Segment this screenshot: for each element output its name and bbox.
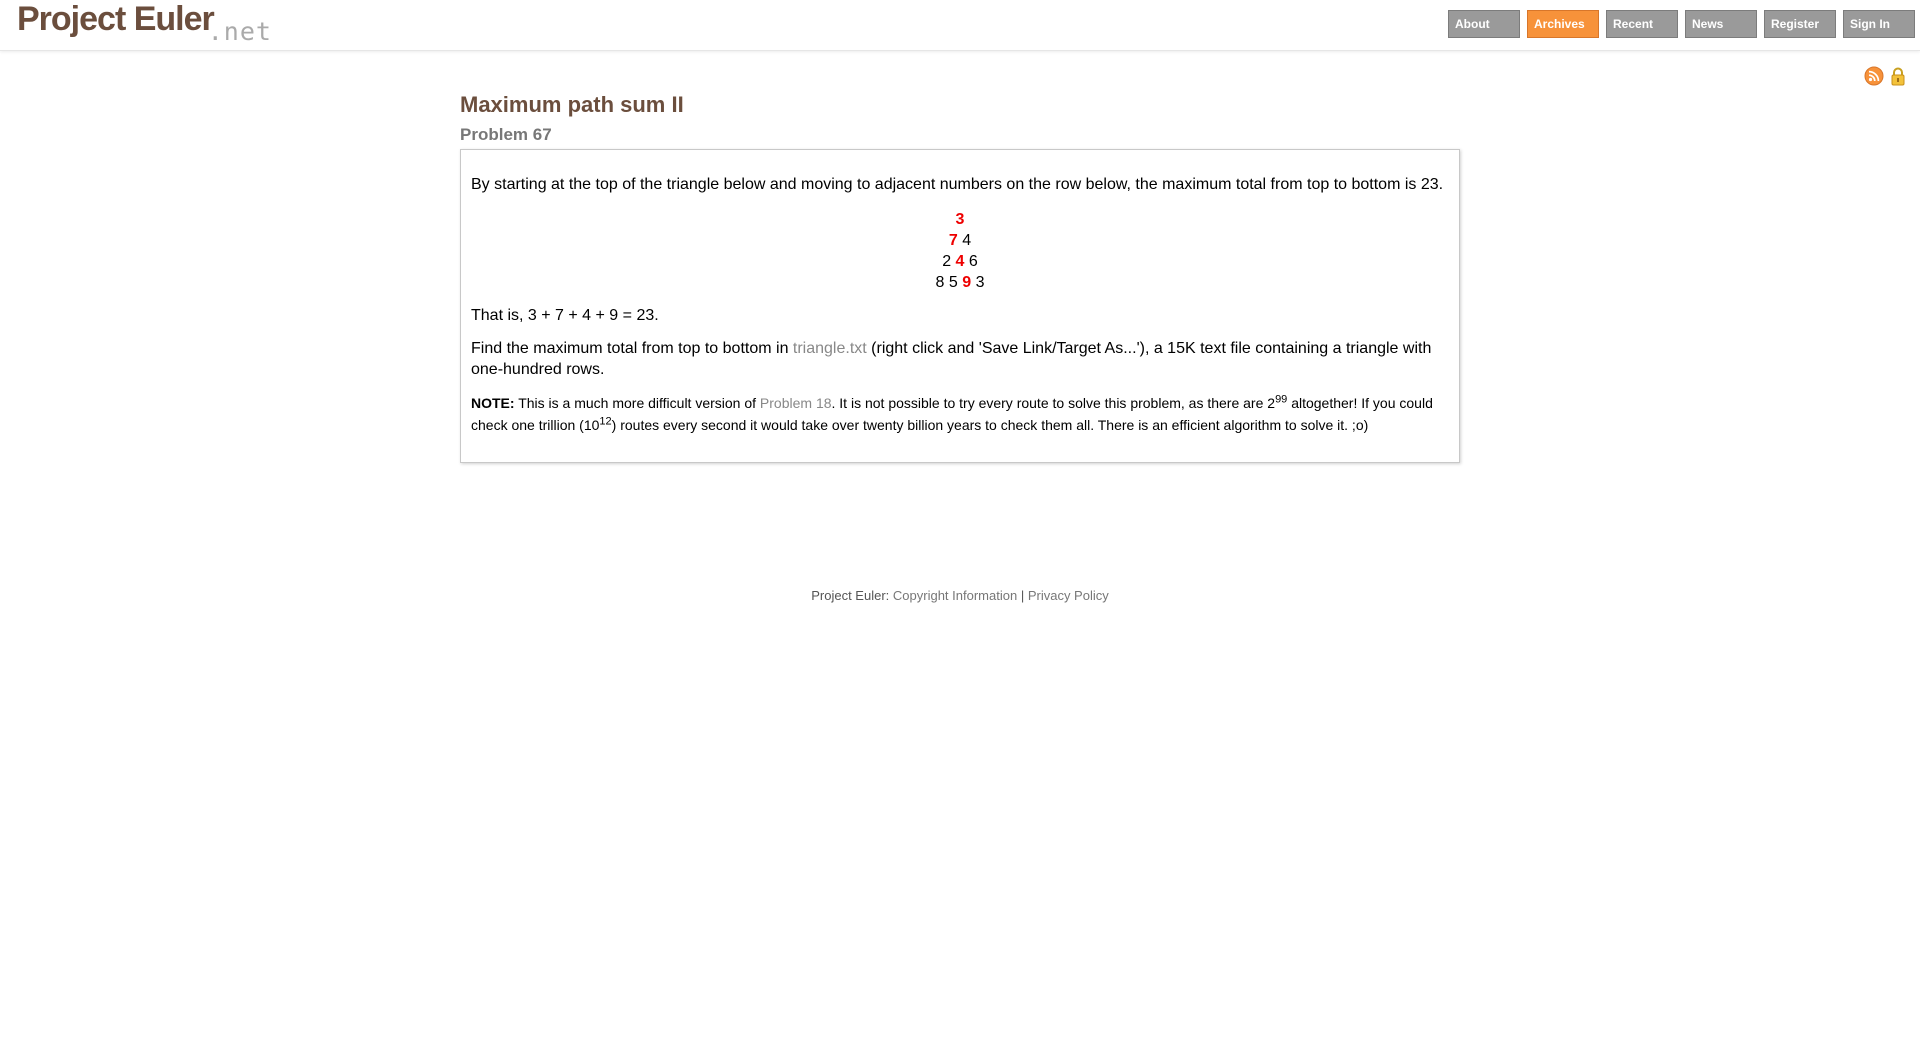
that-is-text: That is, 3 + 7 + 4 + 9 = 23. (471, 307, 659, 324)
privacy-policy-link[interactable]: Privacy Policy (1028, 588, 1109, 603)
find-text: Find the maximum total from top to botto… (471, 338, 1449, 380)
rss-icon[interactable] (1864, 66, 1884, 86)
triangle-cell: 3 (955, 211, 965, 228)
note-label: NOTE: (471, 395, 515, 411)
note-exponent-12: 12 (599, 415, 612, 428)
triangle-cell: 4 (962, 232, 972, 249)
triangle-row: 7 4 (471, 230, 1449, 251)
site-footer: Project Euler: Copyright Information | P… (0, 588, 1920, 603)
note-part-b: . It is not possible to try every route … (831, 395, 1276, 411)
problem-number: Problem 67 (460, 125, 552, 144)
triangle-row: 8 5 9 3 (471, 272, 1449, 293)
nav-register-button[interactable]: Register (1764, 10, 1836, 38)
triangle-cell: 8 (935, 274, 945, 291)
triangle-cell: 2 (942, 253, 952, 270)
note-exponent-99: 99 (1275, 393, 1288, 406)
nav-about-button[interactable]: About (1448, 10, 1520, 38)
nav-archives-button[interactable]: Archives (1527, 10, 1599, 38)
main-content: Maximum path sum II Problem 67 By starti… (460, 88, 1460, 463)
logo-net-text: .net (207, 17, 272, 46)
triangle-cell: 3 (975, 274, 985, 291)
logo-main-text: Project Euler (17, 0, 215, 38)
note-part-d: ) routes every second it would take over… (611, 417, 1369, 433)
copyright-link[interactable]: Copyright Information (893, 588, 1017, 603)
problem-intro: By starting at the top of the triangle b… (471, 176, 1444, 193)
footer-line: Project Euler: Copyright Information | P… (811, 588, 1109, 603)
triangle-cell: 4 (955, 253, 965, 270)
triangle-cell: 7 (948, 232, 958, 249)
problem-18-link[interactable]: Problem 18 (760, 395, 832, 411)
triangle-row: 3 (471, 209, 1449, 230)
footer-label: Project Euler: (811, 588, 890, 603)
nav-news-button[interactable]: News (1685, 10, 1757, 38)
top-right-icons (1864, 66, 1908, 86)
lock-icon[interactable] (1888, 66, 1908, 86)
triangle-cell: 9 (962, 274, 972, 291)
problem-content: By starting at the top of the triangle b… (460, 149, 1460, 463)
note-text: NOTE: This is a much more difficult vers… (471, 392, 1449, 436)
triangle-cell: 6 (968, 253, 978, 270)
find-text-pre: Find the maximum total from top to botto… (471, 340, 793, 357)
note-part-a: This is a much more difficult version of (514, 395, 760, 411)
footer-separator: | (1020, 588, 1025, 603)
site-header: Project Euler.net About Archives Recent … (0, 0, 1920, 51)
page-title: Maximum path sum II (460, 92, 684, 117)
nav-sign-in-button[interactable]: Sign In (1843, 10, 1915, 38)
triangle-txt-link[interactable]: triangle.txt (793, 340, 867, 357)
example-triangle: 3 7 4 2 4 6 8 5 9 3 (471, 209, 1449, 293)
nav-recent-button[interactable]: Recent (1606, 10, 1678, 38)
triangle-cell: 5 (948, 274, 958, 291)
triangle-row: 2 4 6 (471, 251, 1449, 272)
site-logo[interactable]: Project Euler.net (17, 0, 272, 46)
main-nav: About Archives Recent News Register Sign… (1448, 10, 1915, 38)
